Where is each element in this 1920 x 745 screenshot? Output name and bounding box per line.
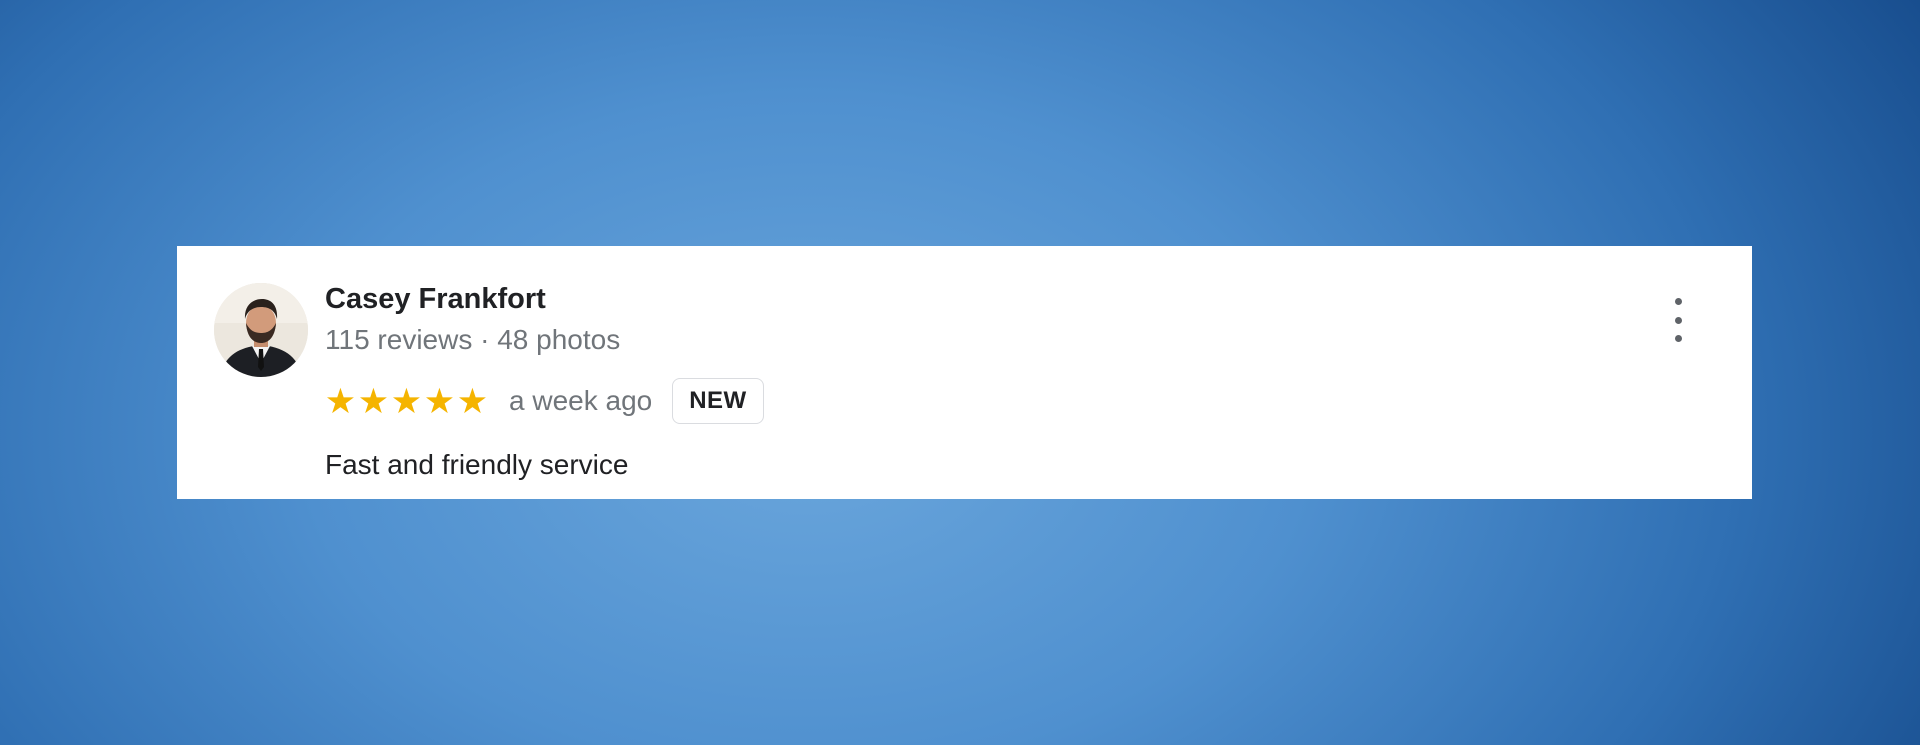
more-vert-icon	[1674, 316, 1682, 324]
rating-row: ★ ★ ★ ★ ★ a week ago NEW	[324, 376, 764, 426]
star-icon: ★	[324, 381, 357, 421]
avatar-image	[214, 283, 308, 377]
avatar[interactable]	[214, 283, 308, 377]
star-icon: ★	[390, 381, 423, 421]
star-rating: ★ ★ ★ ★ ★	[324, 384, 489, 419]
author-stats[interactable]: 115 reviews · 48 photos	[325, 324, 620, 356]
more-vert-icon	[1674, 335, 1682, 342]
author-name[interactable]: Casey Frankfort	[325, 283, 546, 316]
review-timestamp: a week ago	[509, 385, 653, 416]
review-text: Fast and friendly service	[325, 449, 629, 480]
star-icon: ★	[357, 381, 390, 421]
more-vert-icon	[1674, 298, 1682, 305]
more-options-button[interactable]	[1667, 298, 1689, 342]
star-icon: ★	[423, 381, 456, 421]
new-badge: NEW	[672, 378, 764, 424]
star-icon: ★	[456, 381, 489, 421]
review-card: Casey Frankfort 115 reviews · 48 photos …	[177, 246, 1752, 499]
